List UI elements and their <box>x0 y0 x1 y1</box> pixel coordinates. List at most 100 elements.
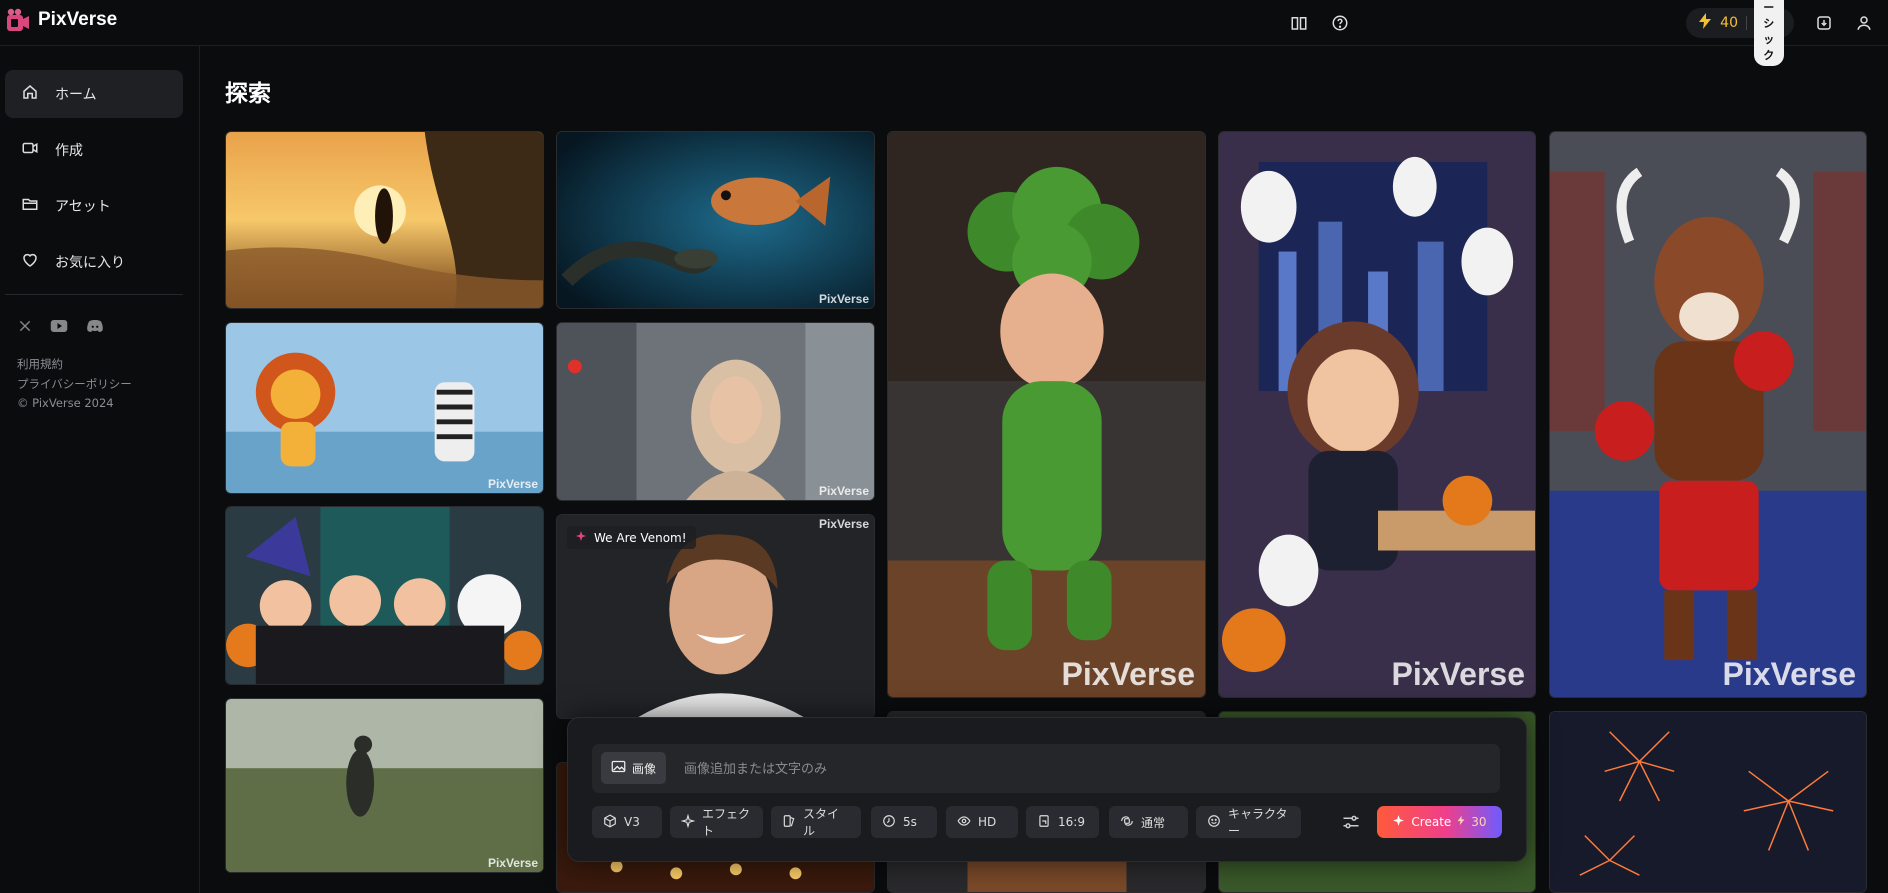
sidebar-item-assets[interactable]: アセット <box>5 182 183 230</box>
style-selector[interactable]: スタイル <box>771 806 861 838</box>
character-label: キャラクター <box>1228 807 1288 838</box>
prompt-input-row: 画像 <box>592 744 1500 795</box>
sidebar-item-label: お気に入り <box>55 255 125 271</box>
discord-icon[interactable] <box>86 318 104 337</box>
gallery-card[interactable] <box>1549 711 1867 893</box>
smiley-icon <box>1207 814 1221 831</box>
eye-icon <box>957 814 971 831</box>
sidebar-item-label: 作成 <box>55 143 83 159</box>
gallery-card[interactable] <box>225 506 544 685</box>
snake-fish-thumbnail <box>557 132 874 308</box>
sparkle-icon <box>1392 814 1405 830</box>
lion-zebra-thumbnail <box>226 323 543 493</box>
broccoli-baby-thumbnail <box>888 132 1205 697</box>
add-image-label: 画像 <box>632 761 657 776</box>
effects-label: エフェクト <box>702 807 751 838</box>
sparkle-icon <box>680 813 696 831</box>
pixverse-logo-icon <box>6 8 30 32</box>
aspect-ratio-icon <box>1037 814 1051 831</box>
model-label: V3 <box>624 815 640 829</box>
halloween-girl-thumbnail <box>1219 132 1535 697</box>
create-cost: 30 <box>1471 815 1487 829</box>
effects-selector[interactable]: エフェクト <box>670 806 763 838</box>
foggy-meadow-thumbnail <box>226 699 543 872</box>
sidebar-divider <box>5 294 183 295</box>
user-icon[interactable] <box>1853 12 1875 34</box>
quality-selector[interactable]: HD <box>946 806 1018 838</box>
gallery-card[interactable]: PixVerse <box>225 322 544 494</box>
image-icon <box>611 760 626 776</box>
gallery-card[interactable]: PixVerse <box>225 698 544 873</box>
hijab-woman-thumbnail <box>557 323 874 500</box>
boxing-bull-thumbnail <box>1550 132 1866 697</box>
sidebar-item-home[interactable]: ホーム <box>5 70 183 118</box>
aspect-ratio-label: 16:9 <box>1058 815 1085 829</box>
watermark: PixVerse <box>1722 656 1856 692</box>
motion-mode-selector[interactable]: 通常 <box>1109 806 1188 838</box>
quality-label: HD <box>978 815 997 829</box>
clock-icon <box>882 814 896 831</box>
watermark: PixVerse <box>1391 656 1525 692</box>
privacy-link[interactable]: プライバシーポリシー <box>17 376 132 392</box>
youtube-icon[interactable] <box>50 318 68 337</box>
watermark: PixVerse <box>818 517 869 531</box>
video-icon <box>21 139 39 161</box>
page-title: 探索 <box>225 81 271 107</box>
style-icon <box>782 814 796 831</box>
logo[interactable]: PixVerse <box>6 8 117 32</box>
featured-badge-label: We Are Venom! <box>594 530 687 545</box>
create-label: Create <box>1411 815 1452 829</box>
gallery-card[interactable]: PixVerse <box>556 131 875 309</box>
lightning-icon <box>1698 13 1712 33</box>
sidebar-item-create[interactable]: 作成 <box>5 126 183 174</box>
credits-pill[interactable]: 40 ベーシック <box>1686 0 1794 66</box>
top-bar: PixVerse 40 ベーシック <box>0 0 1888 66</box>
cube-icon <box>603 813 617 831</box>
sparkle-icon <box>575 530 587 545</box>
watermark: PixVerse <box>818 484 869 498</box>
character-selector[interactable]: キャラクター <box>1196 806 1301 838</box>
credits-value: 40 <box>1720 15 1738 31</box>
gallery-card[interactable]: We Are Venom! PixVerse <box>556 514 875 719</box>
help-icon[interactable] <box>1329 12 1351 34</box>
copyright-text: © PixVerse 2024 <box>17 396 114 410</box>
gallery-card[interactable]: PixVerse <box>1549 131 1867 698</box>
gallery-card[interactable]: PixVerse <box>887 131 1206 698</box>
duration-label: 5s <box>903 815 917 829</box>
sidebar-item-label: ホーム <box>55 87 97 103</box>
gallery-card[interactable] <box>225 131 544 309</box>
featured-badge[interactable]: We Are Venom! <box>567 526 696 549</box>
terms-link[interactable]: 利用規約 <box>17 356 63 372</box>
prompt-input[interactable] <box>682 744 1486 795</box>
heart-icon <box>21 251 39 273</box>
motion-icon <box>1120 814 1134 831</box>
home-icon <box>21 83 39 105</box>
x-icon[interactable] <box>18 318 32 337</box>
model-selector[interactable]: V3 <box>592 806 662 838</box>
sidebar: ホーム 作成 アセット お気に入り 利用規約 プライバシーポリシー © PixV… <box>0 46 200 893</box>
sunset-beach-thumbnail <box>226 132 543 308</box>
lightning-icon <box>1457 815 1465 829</box>
watermark: PixVerse <box>1061 656 1195 692</box>
add-image-button[interactable]: 画像 <box>601 752 667 784</box>
sidebar-item-favorites[interactable]: お気に入り <box>5 238 183 286</box>
watermark: PixVerse <box>487 477 538 491</box>
book-icon[interactable] <box>1288 12 1310 34</box>
download-app-icon[interactable] <box>1813 12 1835 34</box>
gallery-card[interactable]: PixVerse <box>556 322 875 501</box>
sidebar-item-label: アセット <box>55 199 111 215</box>
motion-mode-label: 通常 <box>1141 815 1166 830</box>
settings-sliders-icon[interactable] <box>1342 814 1360 834</box>
create-button[interactable]: Create 30 <box>1377 806 1502 838</box>
duration-selector[interactable]: 5s <box>871 806 937 838</box>
style-label: スタイル <box>803 807 840 838</box>
aspect-ratio-selector[interactable]: 16:9 <box>1026 806 1099 838</box>
watermark: PixVerse <box>818 292 869 306</box>
halloween-kids-thumbnail <box>226 507 543 684</box>
fireworks-thumbnail <box>1550 712 1866 892</box>
gallery-card[interactable]: PixVerse <box>1218 131 1536 698</box>
prompt-composer: 画像 V3 エフェクト スタイル 5s HD 16:9 通常 キャラクター Cr… <box>567 717 1527 862</box>
plan-badge[interactable]: ベーシック <box>1754 0 1784 66</box>
folder-icon <box>21 195 39 217</box>
watermark: PixVerse <box>487 856 538 870</box>
